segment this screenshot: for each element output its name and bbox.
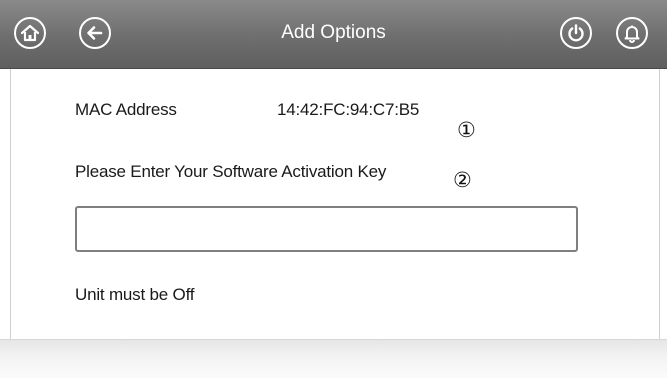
callout-marker-1: ① xyxy=(457,118,476,142)
activation-key-prompt: Please Enter Your Software Activation Ke… xyxy=(75,162,387,181)
alarm-button[interactable] xyxy=(616,17,648,49)
activation-key-input[interactable] xyxy=(75,206,578,252)
power-button[interactable] xyxy=(560,17,592,49)
mac-address-value: 14:42:FC:94:C7:B5 xyxy=(277,100,420,119)
bell-icon xyxy=(624,25,640,43)
content-panel: MAC Address 14:42:FC:94:C7:B5 ① Please E… xyxy=(10,69,660,339)
unit-off-note: Unit must be Off xyxy=(75,285,195,304)
power-icon xyxy=(568,24,584,42)
mac-address-label: MAC Address xyxy=(75,100,177,119)
footer-bar xyxy=(0,339,667,378)
header-bar: Add Options xyxy=(0,0,667,69)
callout-marker-2: ② xyxy=(453,168,472,192)
add-options-screen: Add Options MAC Address 14:42:FC:94:C7:B… xyxy=(0,0,667,378)
